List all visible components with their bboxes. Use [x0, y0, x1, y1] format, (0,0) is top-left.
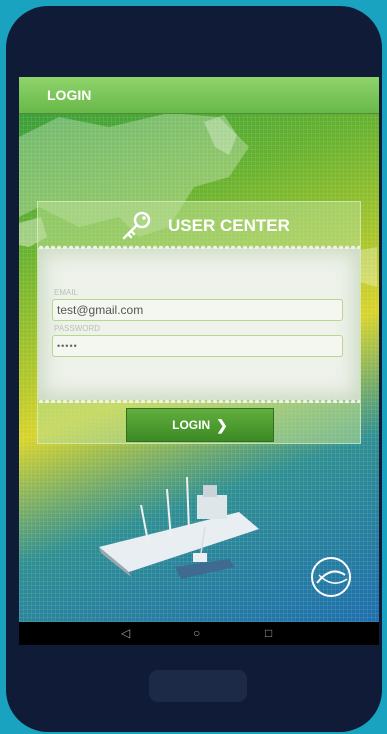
- ship-illustration: [99, 476, 259, 579]
- hardware-home-button[interactable]: [149, 670, 247, 702]
- key-icon: [122, 211, 151, 240]
- chevron-right-icon: ❯: [216, 416, 228, 433]
- panel-title: USER CENTER: [168, 216, 290, 235]
- login-button-label: LOGIN: [172, 418, 211, 432]
- company-logo: [311, 557, 351, 597]
- panel-header: USER CENTER: [38, 202, 360, 248]
- recents-icon[interactable]: □: [265, 626, 272, 640]
- email-label: EMAIL: [54, 288, 79, 297]
- system-nav-bar: ◁ ○ □: [19, 622, 379, 645]
- home-icon[interactable]: ○: [193, 626, 200, 640]
- app-toolbar: LOGIN: [19, 77, 379, 114]
- email-field[interactable]: test@gmail.com: [52, 299, 343, 321]
- back-icon[interactable]: ◁: [121, 626, 130, 640]
- login-form: EMAIL test@gmail.com PASSWORD •••••: [38, 245, 360, 403]
- app-screen: LOGIN USER CENTER EMAIL test@gmail.com P…: [19, 77, 379, 645]
- user-center-panel: USER CENTER EMAIL test@gmail.com PASSWOR…: [37, 201, 361, 444]
- password-field[interactable]: •••••: [52, 335, 343, 357]
- login-button[interactable]: LOGIN ❯: [126, 408, 274, 442]
- toolbar-title: LOGIN: [47, 87, 92, 103]
- password-label: PASSWORD: [54, 324, 101, 333]
